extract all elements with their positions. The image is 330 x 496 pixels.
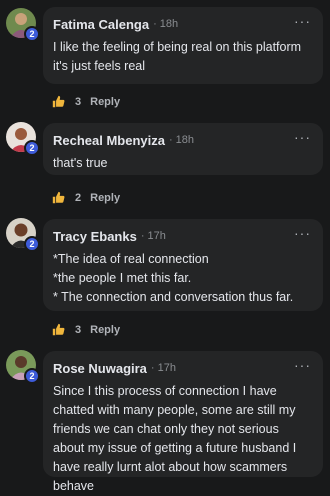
- comment-text: I like the feeling of being real on this…: [53, 40, 302, 73]
- comment-bubble[interactable]: Rose Nuwagira · 17h ··· Since I this pro…: [43, 351, 323, 493]
- timestamp[interactable]: 17h: [148, 230, 166, 242]
- comment-text: *The idea of real connection *the people…: [53, 252, 294, 304]
- comment-text: that's true: [53, 156, 108, 170]
- reply-button[interactable]: Reply: [90, 192, 120, 204]
- comment-bubble[interactable]: Tracy Ebanks · 17h ··· *The idea of real…: [43, 219, 323, 311]
- comment-actions: 3 Reply: [52, 95, 120, 108]
- commenter-name[interactable]: Rose Nuwagira: [53, 361, 147, 376]
- thumbs-up-icon[interactable]: [52, 191, 65, 204]
- commenter-name[interactable]: Recheal Mbenyiza: [53, 133, 165, 148]
- timestamp[interactable]: 18h: [160, 18, 178, 30]
- comment-actions: 2 Reply: [52, 191, 120, 204]
- separator: ·: [150, 362, 155, 374]
- commenter-name[interactable]: Fatima Calenga: [53, 17, 149, 32]
- reply-button[interactable]: Reply: [90, 96, 120, 108]
- like-count[interactable]: 3: [75, 96, 81, 108]
- profile-badge: 2: [24, 368, 40, 384]
- more-horizontal-icon[interactable]: ···: [294, 14, 311, 28]
- commenter-name[interactable]: Tracy Ebanks: [53, 229, 137, 244]
- separator: ·: [140, 230, 145, 242]
- comment-text: Since I this process of connection I hav…: [53, 384, 297, 493]
- comment-actions: 3 Reply: [52, 323, 120, 336]
- thumbs-up-icon[interactable]: [52, 323, 65, 336]
- like-count[interactable]: 2: [75, 192, 81, 204]
- separator: ·: [169, 134, 173, 146]
- profile-badge: 2: [24, 140, 40, 156]
- like-count[interactable]: 3: [75, 324, 81, 336]
- more-horizontal-icon[interactable]: ···: [294, 226, 311, 240]
- more-horizontal-icon[interactable]: ···: [294, 130, 311, 144]
- more-horizontal-icon[interactable]: ···: [294, 358, 311, 372]
- timestamp[interactable]: 17h: [158, 362, 176, 374]
- profile-badge: 2: [24, 26, 40, 42]
- comment-bubble[interactable]: Fatima Calenga · 18h ··· I like the feel…: [43, 7, 323, 84]
- separator: ·: [153, 18, 157, 30]
- comment-bubble[interactable]: Recheal Mbenyiza · 18h ··· that's true: [43, 123, 323, 175]
- timestamp[interactable]: 18h: [176, 134, 194, 146]
- reply-button[interactable]: Reply: [90, 324, 120, 336]
- profile-badge: 2: [24, 236, 40, 252]
- thumbs-up-icon[interactable]: [52, 95, 65, 108]
